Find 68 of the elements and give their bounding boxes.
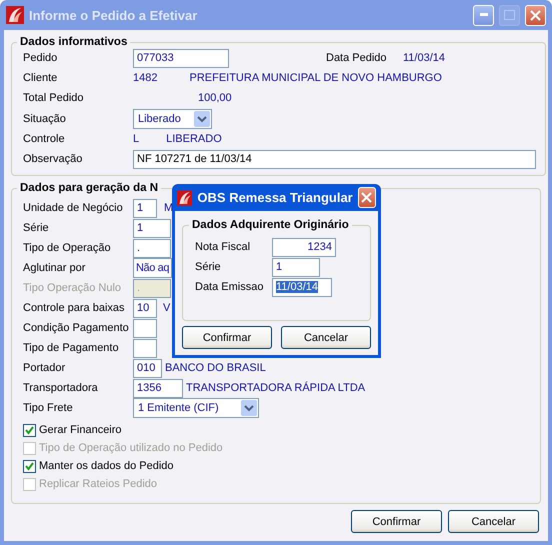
code-field[interactable]: 1356 <box>133 378 183 398</box>
control-name-value: LIBERADO <box>166 133 222 145</box>
maximize-icon <box>504 10 515 20</box>
field-label: Controle para baixas <box>23 302 126 314</box>
field-label: Tipo Operação Nulo <box>23 282 122 294</box>
field-label: Pedido <box>23 52 58 64</box>
field-label: Série <box>23 222 50 234</box>
code-field[interactable]: 1 <box>133 198 157 218</box>
close-button[interactable] <box>525 4 546 26</box>
checkbox-label[interactable]: Gerar Financeiro <box>39 424 339 436</box>
field-label: Tipo de Pagamento <box>23 342 120 354</box>
field-label: Transportadora <box>23 382 99 394</box>
code-field[interactable] <box>133 338 157 358</box>
field-label: Cliente <box>23 72 58 84</box>
close-button[interactable] <box>358 187 376 208</box>
field-label: Portador <box>23 362 66 374</box>
status-select[interactable]: Liberado <box>133 108 212 128</box>
observation-field[interactable]: NF 107271 de 11/03/14 <box>133 150 536 168</box>
dialog-field[interactable]: 1 <box>272 258 320 276</box>
select-field[interactable]: Não aq <box>133 258 172 278</box>
checkbox[interactable] <box>23 460 36 472</box>
select-field[interactable]: 1 Emitente (CIF) <box>133 398 259 418</box>
close-icon <box>361 192 372 203</box>
code-field[interactable] <box>133 318 157 338</box>
group-title: Dados Adquirente Originário <box>191 219 350 231</box>
field-label: Tipo Frete <box>23 402 74 414</box>
dialog-title: OBS Remessa Triangular <box>197 190 353 205</box>
checkbox[interactable] <box>23 424 36 436</box>
field-label: Observação <box>23 153 84 165</box>
control-code-value: L <box>133 133 140 145</box>
close-icon <box>530 10 541 20</box>
minimize-button[interactable] <box>473 4 494 26</box>
field-label: Controle <box>23 133 66 145</box>
group-title: Dados para geração da N <box>19 182 160 194</box>
order-date-value: 11/03/14 <box>403 52 446 64</box>
total-value: 100,00 <box>198 92 232 104</box>
app-icon <box>177 188 192 206</box>
app-icon <box>6 6 24 24</box>
order-number-field[interactable]: 077033 <box>133 48 229 68</box>
field-label: Unidade de Negócio <box>23 202 124 214</box>
checkbox-label[interactable]: Manter os dados do Pedido <box>39 460 339 472</box>
minimize-icon <box>480 13 488 17</box>
client-code-value: 1482 <box>133 72 158 84</box>
field-label: Data Emissao <box>195 281 264 293</box>
code-field[interactable]: 10 <box>133 298 157 318</box>
cancel-button[interactable]: Cancelar <box>281 326 371 349</box>
field-label: Aglutinar por <box>23 262 86 274</box>
dialog-field[interactable]: 1234 <box>272 238 336 256</box>
window-title: Informe o Pedido a Efetivar <box>29 8 198 22</box>
description-value: V <box>163 302 170 314</box>
field-label: Série <box>195 261 222 273</box>
confirm-button[interactable]: Confirmar <box>182 326 272 349</box>
confirm-button[interactable]: Confirmar <box>351 510 442 533</box>
code-field[interactable]: . <box>133 238 171 258</box>
field-label: Nota Fiscal <box>195 241 252 253</box>
code-field[interactable]: 010 <box>133 358 162 378</box>
client-name-value: PREFEITURA MUNICIPAL DE NOVO HAMBURGO <box>189 72 442 84</box>
field-label: Tipo de Operação <box>23 242 112 254</box>
field-label: Situação <box>23 112 67 124</box>
dialog-field[interactable]: 11/03/14 <box>272 278 332 296</box>
description-value: TRANSPORTADORA RÁPIDA LTDA <box>186 382 366 394</box>
code-field[interactable]: 1 <box>133 218 171 238</box>
description-value: BANCO DO BRASIL <box>165 362 266 374</box>
group-title: Dados informativos <box>19 36 128 48</box>
field-label: Total Pedido <box>23 92 85 104</box>
field-label: Condição Pagamento <box>23 322 130 334</box>
field-label: Data Pedido <box>326 52 388 64</box>
cancel-button[interactable]: Cancelar <box>448 510 539 533</box>
